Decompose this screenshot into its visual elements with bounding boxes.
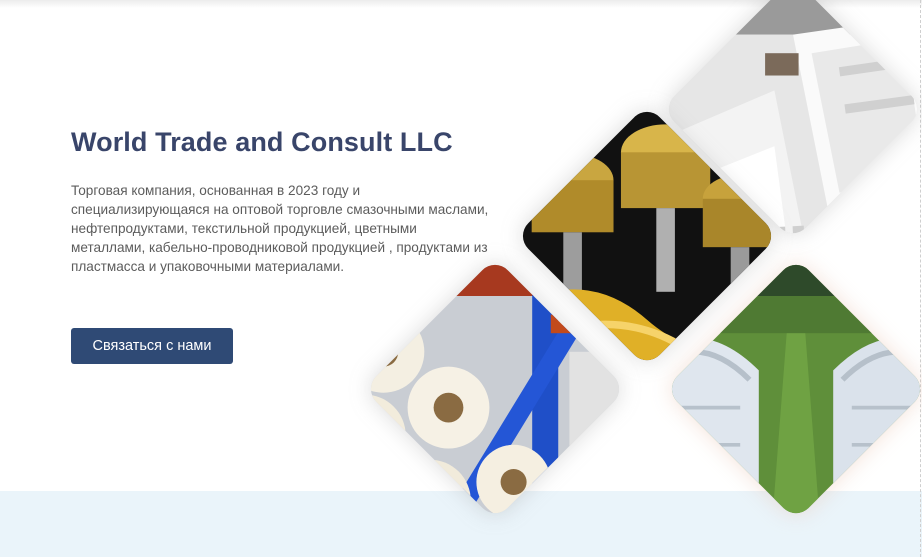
company-description: Торговая компания, основанная в 2023 год… <box>71 183 489 274</box>
contact-us-button[interactable]: Связаться с нами <box>71 328 233 364</box>
page-edge-divider <box>920 0 921 557</box>
company-title: World Trade and Consult LLC <box>71 127 453 157</box>
